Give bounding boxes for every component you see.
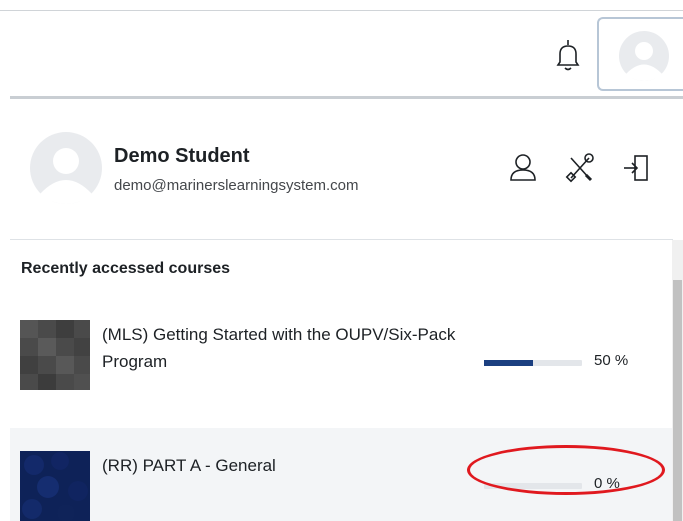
course-thumbnail xyxy=(20,451,90,521)
user-menu-panel: Demo Student demo@marinerslearningsystem… xyxy=(10,100,683,521)
course-progress-bar xyxy=(484,360,582,366)
highlight-annotation xyxy=(467,445,665,495)
user-name: Demo Student xyxy=(114,145,250,167)
course-thumbnail xyxy=(20,320,90,390)
logout-icon[interactable] xyxy=(622,152,652,184)
panel-scrollbar[interactable] xyxy=(672,240,683,521)
navbar-divider xyxy=(10,96,683,99)
profile-icon[interactable] xyxy=(508,152,538,184)
course-item[interactable]: (MLS) Getting Started with the OUPV/Six-… xyxy=(10,300,673,400)
course-name[interactable]: (MLS) Getting Started with the OUPV/Six-… xyxy=(102,321,482,375)
progress-fill xyxy=(484,360,533,366)
user-email: demo@marinerslearningsystem.com xyxy=(114,177,359,194)
scrollbar-thumb[interactable] xyxy=(673,280,682,521)
notifications-bell-icon[interactable] xyxy=(555,38,581,74)
user-avatar xyxy=(30,132,102,204)
recent-courses-heading: Recently accessed courses xyxy=(21,260,231,277)
user-header: Demo Student demo@marinerslearningsystem… xyxy=(10,100,673,240)
preferences-icon[interactable] xyxy=(565,152,595,184)
avatar-icon xyxy=(619,31,669,81)
course-name[interactable]: (RR) PART A - General xyxy=(102,452,482,479)
user-menu-toggle[interactable] xyxy=(597,17,683,91)
course-progress-label: 50 % xyxy=(594,352,629,369)
